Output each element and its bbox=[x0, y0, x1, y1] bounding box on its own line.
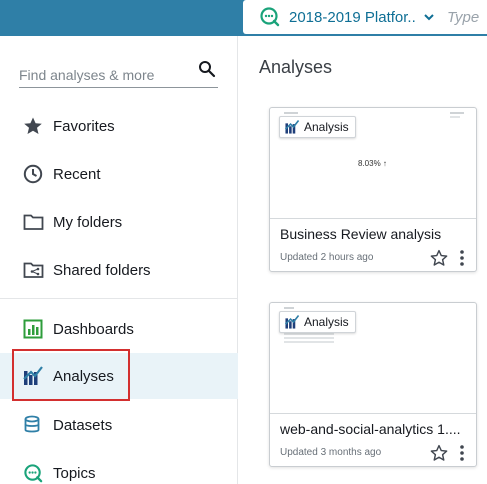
folder-icon bbox=[22, 211, 44, 233]
analysis-name[interactable]: Business Review analysis bbox=[280, 226, 470, 242]
search-input[interactable] bbox=[19, 58, 184, 86]
analysis-thumbnail[interactable]: Analysis bbox=[270, 303, 476, 414]
analysis-card[interactable]: Analysis web-and-social-analytics 1.... … bbox=[269, 302, 477, 467]
topic-selector[interactable]: 2018-2019 Platfor... Type bbox=[243, 0, 487, 34]
sidebar-divider bbox=[0, 298, 238, 299]
question-input-placeholder[interactable]: Type bbox=[447, 9, 479, 26]
sidebar-item-dashboards[interactable]: Dashboards bbox=[0, 306, 238, 352]
updated-time: Updated 3 months ago bbox=[280, 447, 382, 458]
updated-time: Updated 2 hours ago bbox=[280, 252, 374, 263]
sidebar-item-topics[interactable]: Topics bbox=[0, 450, 238, 484]
database-icon bbox=[22, 414, 44, 436]
sidebar-item-label: Dashboards bbox=[53, 320, 134, 338]
search-icon[interactable] bbox=[198, 60, 216, 78]
sidebar-item-label: Datasets bbox=[53, 416, 113, 434]
sidebar-item-label: Favorites bbox=[53, 117, 115, 135]
favorite-star-icon[interactable] bbox=[430, 249, 448, 267]
sidebar: Favorites Recent My folders Shared folde… bbox=[0, 36, 238, 484]
top-bar: 2018-2019 Platfor... Type bbox=[0, 0, 487, 36]
dashboard-icon bbox=[22, 318, 44, 340]
clock-icon bbox=[22, 163, 44, 185]
sidebar-item-favorites[interactable]: Favorites bbox=[0, 103, 238, 149]
search-box bbox=[19, 58, 218, 88]
topics-icon bbox=[22, 462, 44, 484]
chevron-down-icon[interactable] bbox=[423, 11, 435, 23]
analysis-badge: Analysis bbox=[279, 311, 356, 333]
sidebar-item-recent[interactable]: Recent bbox=[0, 151, 238, 197]
sidebar-item-label: My folders bbox=[53, 213, 123, 231]
analysis-thumbnail[interactable]: Analysis 8.03% ↑ bbox=[270, 108, 476, 219]
sidebar-item-label: Topics bbox=[53, 464, 96, 482]
analysis-card[interactable]: Analysis 8.03% ↑ Business Review analysi… bbox=[269, 107, 477, 272]
sidebar-item-my-folders[interactable]: My folders bbox=[0, 199, 238, 245]
analysis-badge: Analysis bbox=[279, 116, 356, 138]
analysis-badge-label: Analysis bbox=[304, 120, 349, 134]
analysis-badge-label: Analysis bbox=[304, 315, 349, 329]
shared-folder-icon bbox=[22, 259, 44, 281]
analyses-icon bbox=[284, 119, 300, 134]
sidebar-item-shared-folders[interactable]: Shared folders bbox=[0, 247, 238, 293]
page-title: Analyses bbox=[259, 57, 333, 77]
thumbnail-kpi: 8.03% ↑ bbox=[358, 159, 387, 168]
sidebar-item-label: Shared folders bbox=[53, 261, 151, 279]
sidebar-item-datasets[interactable]: Datasets bbox=[0, 402, 238, 448]
more-options-icon[interactable] bbox=[455, 444, 469, 462]
more-options-icon[interactable] bbox=[455, 249, 469, 267]
topics-q-icon bbox=[260, 7, 280, 27]
topic-name[interactable]: 2018-2019 Platfor... bbox=[289, 9, 417, 26]
favorite-star-icon[interactable] bbox=[430, 444, 448, 462]
star-icon bbox=[22, 115, 44, 137]
analyses-icon bbox=[284, 314, 300, 329]
analyses-highlight-box bbox=[12, 349, 130, 401]
sidebar-item-label: Recent bbox=[53, 165, 101, 183]
analysis-name[interactable]: web-and-social-analytics 1.... bbox=[280, 421, 470, 437]
